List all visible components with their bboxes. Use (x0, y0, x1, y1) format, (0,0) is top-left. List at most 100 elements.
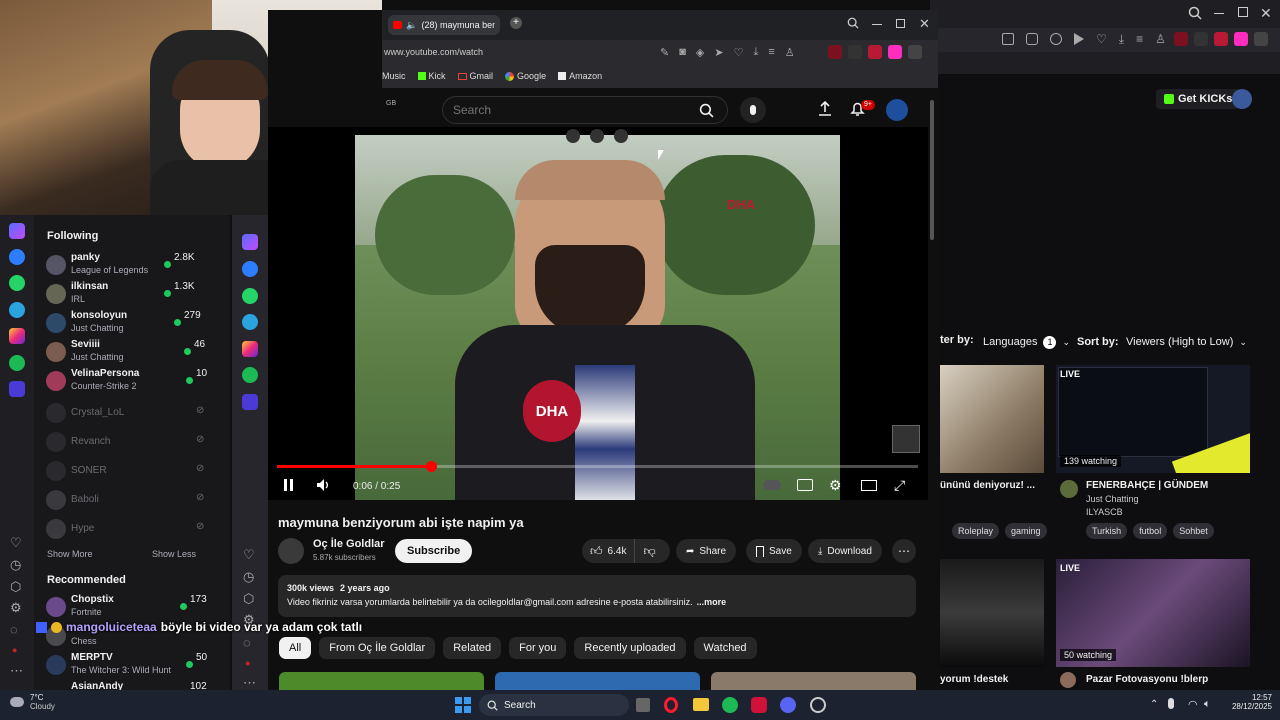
stream-category[interactable]: Just Chatting (1086, 494, 1139, 504)
new-tab-button[interactable]: + (510, 17, 522, 29)
camera-icon[interactable] (1026, 33, 1038, 45)
gear-icon[interactable]: ⚙ (10, 600, 22, 616)
shield-icon[interactable]: ◈ (696, 46, 704, 59)
bookmark-google[interactable]: Google (505, 71, 546, 81)
subtitles-icon[interactable] (797, 479, 813, 491)
restore-icon[interactable] (1238, 7, 1248, 17)
menu-icon[interactable]: ≡ (768, 46, 774, 59)
stream-title[interactable]: FENERBAHÇE | GÜNDEM (1086, 480, 1208, 491)
chip-from-channel[interactable]: From Oç İle Goldlar (319, 637, 436, 659)
discord-icon[interactable] (780, 697, 796, 713)
send-icon[interactable] (1074, 33, 1084, 45)
description-box[interactable]: 300k views 2 years ago Video fikriniz va… (278, 575, 916, 617)
share-button[interactable]: ➦ Share (676, 539, 737, 563)
heart-icon[interactable]: ♡ (243, 547, 255, 563)
extension-icon[interactable] (1234, 32, 1248, 46)
spotify-icon[interactable] (242, 367, 258, 383)
cast-icon[interactable] (614, 129, 628, 143)
extension-icon[interactable] (888, 45, 902, 59)
save-button[interactable]: Save (746, 539, 802, 563)
channel-row[interactable]: VelinaPersona Counter-Strike 2 10 (46, 368, 226, 394)
camera-icon[interactable]: ◙ (679, 46, 686, 59)
search-button[interactable] (685, 97, 727, 123)
chip-watched[interactable]: Watched (693, 637, 757, 659)
opera-icon[interactable]: ● (12, 645, 17, 655)
tag[interactable]: Sohbet (1173, 523, 1214, 539)
instagram-icon[interactable] (9, 328, 25, 344)
url-field[interactable]: www.youtube.com/watch (384, 47, 483, 57)
scrollbar-thumb[interactable] (930, 100, 934, 240)
history-icon[interactable]: ◷ (10, 557, 21, 573)
channel-row[interactable]: Revanch ⊘ (46, 432, 226, 452)
taskbar-search[interactable]: Search (479, 694, 629, 716)
telegram-icon[interactable] (9, 302, 25, 318)
video-thumbnail[interactable] (495, 672, 700, 690)
bookmark-music[interactable]: Music (382, 71, 406, 81)
app-icon[interactable] (810, 697, 826, 713)
messenger-icon[interactable] (242, 261, 258, 277)
volume-icon[interactable]: 🔈︎ (1204, 698, 1211, 711)
opera-icon[interactable]: ● (245, 658, 250, 668)
extension-icon[interactable] (1194, 32, 1208, 46)
chip-for-you[interactable]: For you (509, 637, 567, 659)
channel-row[interactable]: ilkinsan IRL 1.3K (46, 281, 226, 307)
tag[interactable]: Roleplay (952, 523, 1000, 539)
instagram-icon[interactable] (242, 341, 258, 357)
channel-name[interactable]: Oç İle Goldlar (313, 538, 385, 550)
search-box[interactable] (442, 96, 728, 124)
progress-bar[interactable] (277, 461, 918, 472)
wifi-icon[interactable]: ◠ (1188, 698, 1198, 711)
edit-icon[interactable] (1002, 33, 1014, 45)
stream-thumbnail[interactable]: LIVE 139 watching (1056, 365, 1250, 473)
settings-gear-icon[interactable]: ⚙ (829, 477, 842, 494)
shield-icon[interactable] (1050, 33, 1062, 45)
channel-row[interactable]: Baboli ⊘ (46, 490, 226, 510)
video-player[interactable]: DHA DHA 0:06 / 0:25 ⚙ ⤢ (268, 127, 928, 500)
opera-icon[interactable] (664, 697, 678, 713)
extension-icon[interactable] (1174, 32, 1188, 46)
tag[interactable]: futbol (1133, 523, 1168, 539)
video-thumbnail[interactable] (711, 672, 916, 690)
stream-title[interactable]: yorum !destek (940, 674, 1008, 685)
stream-title[interactable]: ününü deniyoruz! ... (940, 480, 1035, 491)
show-more-link[interactable]: Show More (47, 549, 93, 559)
weather-widget[interactable]: 7°C Cloudy (10, 693, 55, 711)
history-icon[interactable]: ◷ (243, 569, 254, 585)
close-icon[interactable]: ✕ (1260, 5, 1272, 22)
stream-title[interactable]: Pazar Fotovasyonu !blerp (1086, 674, 1208, 685)
subscribe-button[interactable]: Subscribe (395, 539, 473, 563)
more-link[interactable]: ...more (697, 597, 727, 607)
languages-dropdown[interactable]: Languages 1 ⌄ (975, 331, 1078, 353)
spotify-icon[interactable] (722, 697, 738, 713)
avatar[interactable] (1060, 480, 1078, 498)
player-icon[interactable] (9, 381, 25, 397)
task-view-icon[interactable] (636, 698, 650, 712)
app-icon[interactable] (751, 697, 767, 713)
account-icon[interactable]: ♙ (785, 46, 795, 59)
telegram-icon[interactable] (242, 314, 258, 330)
download-icon[interactable]: ⤓ (1119, 33, 1124, 45)
send-icon[interactable]: ➤ (714, 46, 723, 59)
stream-channel[interactable]: ILYASCB (1086, 507, 1123, 517)
sort-dropdown[interactable]: Viewers (High to Low) ⌄ (1120, 331, 1253, 353)
extension-icon[interactable] (1254, 32, 1268, 46)
bookmark-kick[interactable]: Kick (417, 71, 446, 81)
browser-tab[interactable]: 🔈 (28) maymuna benziy (388, 15, 500, 35)
bookmark-gmail[interactable]: Gmail (457, 71, 493, 81)
whatsapp-icon[interactable] (242, 288, 258, 304)
volume-icon[interactable] (316, 478, 330, 492)
windows-start-icon[interactable] (455, 697, 471, 713)
channel-row[interactable]: SONER ⊘ (46, 461, 226, 481)
chip-recently-uploaded[interactable]: Recently uploaded (574, 637, 686, 659)
bulb-icon[interactable]: ◌ (243, 635, 251, 650)
channel-row[interactable]: MERPTV The Witcher 3: Wild Hunt 50 (46, 652, 226, 678)
channel-row[interactable]: konsoloyun Just Chatting 279 (46, 310, 226, 336)
channel-watermark-avatar[interactable] (892, 425, 920, 453)
channel-row[interactable]: panky League of Legends 2.8K (46, 252, 226, 278)
aria-icon[interactable] (9, 223, 25, 239)
player-icon[interactable] (242, 394, 258, 410)
get-kicks-button[interactable]: Get KICKs (1156, 89, 1241, 109)
messenger-icon[interactable] (9, 249, 25, 265)
upload-icon[interactable] (818, 101, 832, 117)
channel-row[interactable]: Crystal_LoL ⊘ (46, 403, 226, 423)
